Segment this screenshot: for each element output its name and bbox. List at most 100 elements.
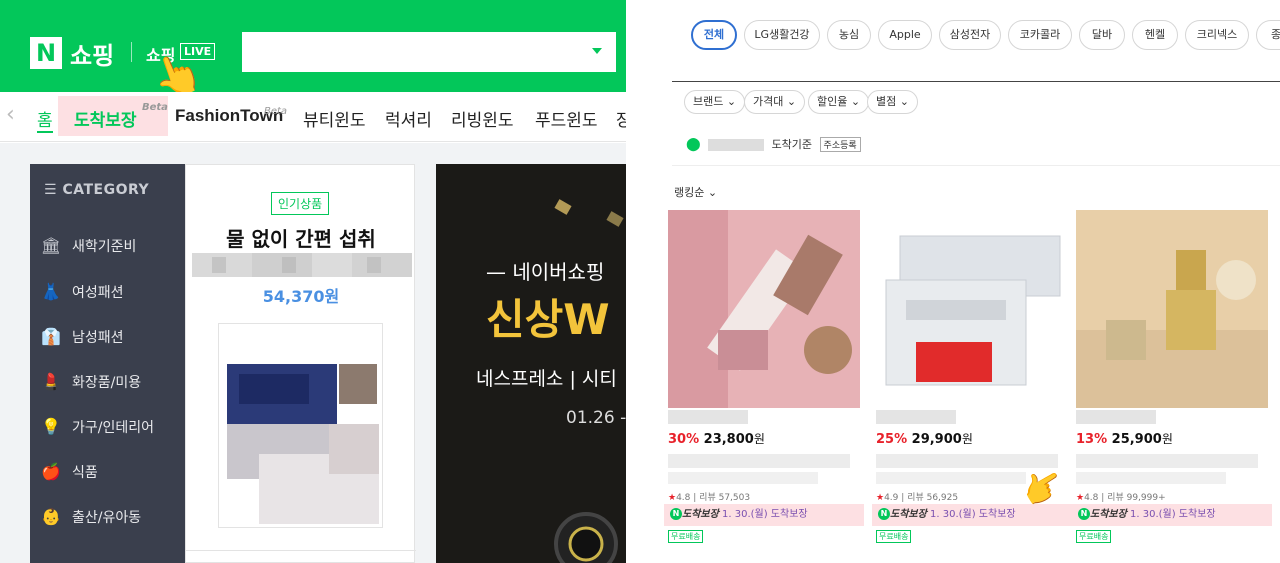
product-title[interactable]: 물 없이 간편 섭취 (186, 223, 416, 252)
filter-brand[interactable]: 브랜드 ⌄ (684, 90, 746, 114)
rating: 4.8 (1084, 493, 1099, 503)
free-shipping-badge: 무료배송 (876, 530, 912, 543)
category-item[interactable]: 👔 남성패션 (40, 327, 124, 347)
arrival-guarantee-bar: N 도착보장 1. 30.(월) 도착보장 (664, 504, 864, 526)
beta-label: Beta (264, 106, 288, 117)
nav-item-living-window[interactable]: 리빙윈도 (451, 106, 514, 131)
banner-line3: 네스프레소 | 시티 (476, 368, 617, 390)
category-item[interactable]: 💄 화장품/미용 (40, 372, 141, 392)
category-sidebar: ☰ CATEGORY 🏛 새학기준비 👗 여성패션 👔 남성패션 💄 화장품/미용 💡 가… (30, 164, 185, 563)
product-price: 25% 29,900원 (876, 430, 973, 447)
promo-banner[interactable]: — 네이버쇼핑 신상W 네스프레소 | 시티 01.26 - (436, 164, 626, 563)
category-label: 가구/인테리어 (72, 420, 154, 436)
section-divider (672, 165, 1280, 166)
arrival-date: 1. 30.(월) 도착보장 (930, 509, 1016, 520)
nav-item-arrival-guarantee[interactable]: 도착보장 Beta (58, 96, 168, 136)
cosmetic-icon: 💄 (41, 372, 61, 391)
chip-brand[interactable]: 삼성전자 (939, 20, 1001, 50)
arrival-label: 도착보장 (682, 509, 719, 520)
category-item[interactable]: 🏛 새학기준비 (40, 236, 137, 256)
banner-headline-b: W (563, 295, 610, 344)
blurred-product-name (876, 410, 956, 424)
chip-brand[interactable]: 코카콜라 (1008, 20, 1072, 50)
product-image[interactable] (1076, 210, 1268, 408)
category-nav: ‹ 홈 도착보장 Beta FashionTown Beta 뷰티윈도 럭셔리 리… (0, 92, 626, 142)
sort-dropdown[interactable]: 랭킹순 ⌄ (674, 184, 717, 200)
blurred-product-name (668, 410, 748, 424)
currency: 원 (1161, 432, 1173, 446)
free-shipping-badge: 무료배송 (668, 530, 704, 543)
category-label: 화장품/미용 (72, 375, 142, 391)
blurred-address (708, 139, 765, 151)
chip-brand[interactable]: 크리넥스 (1185, 20, 1249, 50)
product-price: 13% 25,900원 (1076, 430, 1173, 447)
product-price: 30% 23,800원 (668, 430, 765, 447)
naver-logo[interactable]: N (30, 37, 62, 69)
chevron-down-icon: ⌄ (726, 95, 737, 108)
arrival-guarantee-page: 전체 LG생활건강 농심 Apple 삼성전자 코카콜라 달바 헨켈 크리넥스 … (664, 0, 1280, 563)
chip-all[interactable]: 전체 (691, 20, 737, 50)
category-heading-text: CATEGORY (62, 182, 150, 198)
chip-brand[interactable]: Apple (878, 20, 932, 50)
arrival-date: 1. 30.(월) 도착보장 (1130, 509, 1216, 520)
camera-image (554, 512, 618, 563)
filter-discount[interactable]: 할인율 ⌄ (808, 90, 870, 114)
search-input[interactable] (242, 32, 616, 72)
nav-item-beauty-window[interactable]: 뷰티윈도 (303, 106, 366, 131)
nav-item-luxury[interactable]: 럭셔리 (385, 106, 432, 131)
lamp-icon: 💡 (41, 417, 61, 436)
nav-item-home[interactable]: 홈 (37, 106, 53, 133)
header-bar: N 쇼핑 쇼핑 LIVE 👆 (0, 0, 626, 106)
blurred-description (876, 454, 1058, 468)
discount-value: 13 (1076, 432, 1095, 447)
apple-icon: 🍎 (41, 462, 61, 481)
category-item[interactable]: 💡 가구/인테리어 (40, 417, 154, 437)
chevron-down-icon[interactable] (592, 48, 602, 54)
chevron-down-icon: ⌄ (850, 95, 861, 108)
chip-brand[interactable]: LG생활건강 (744, 20, 820, 50)
rating: 4.8 (676, 493, 691, 503)
price-value: 25,900 (1111, 432, 1162, 447)
rating-reviews: ★4.8 | 리뷰 57,503 (668, 493, 751, 503)
filter-price[interactable]: 가격대 ⌄ (744, 90, 806, 114)
featured-product-card[interactable]: 인기상품 물 없이 간편 섭취 54,370원 (185, 164, 416, 563)
filter-label: 할인율 (817, 95, 848, 108)
product-image[interactable] (876, 210, 1068, 408)
naver-n-icon: N (878, 508, 890, 520)
register-address-button[interactable]: 주소등록 (819, 137, 861, 152)
filter-rating[interactable]: 별점 ⌄ (867, 90, 918, 114)
category-item[interactable]: 👗 여성패션 (40, 282, 124, 302)
category-item[interactable]: 🍎 식품 (40, 462, 98, 482)
chevron-down-icon: ⌄ (707, 186, 718, 199)
product-card[interactable]: 13% 25,900원 ★4.8 | 리뷰 99,999+ N 도착보장 1. 3… (1072, 210, 1272, 550)
shopping-title[interactable]: 쇼핑 (70, 36, 114, 71)
naver-n-icon: N (1078, 508, 1090, 520)
product-image[interactable] (668, 210, 860, 408)
chevron-left-icon[interactable]: ‹ (6, 102, 15, 127)
shirt-icon: 👔 (41, 327, 61, 346)
product-card[interactable]: 30% 23,800원 ★4.8 | 리뷰 57,503 N 도착보장 1. 30… (664, 210, 864, 550)
baby-icon: 👶 (41, 507, 61, 526)
chip-brand[interactable]: 헨켈 (1132, 20, 1178, 50)
nav-item-more[interactable]: 장 (616, 106, 626, 131)
nav-item-food-window[interactable]: 푸드윈도 (535, 106, 598, 131)
blurred-product-name (192, 253, 412, 277)
filter-label: 브랜드 (693, 95, 724, 108)
category-label: 남성패션 (72, 330, 124, 346)
rating: 4.9 (884, 493, 899, 503)
blurred-description (876, 472, 1026, 484)
popular-badge: 인기상품 (271, 192, 330, 215)
category-item[interactable]: 👶 출산/유아동 (40, 507, 141, 527)
product-thumbnail[interactable] (218, 323, 383, 528)
chevron-down-icon: ⌄ (899, 95, 909, 108)
chip-brand[interactable]: 달바 (1079, 20, 1125, 50)
chip-brand[interactable]: 농심 (827, 20, 871, 50)
chip-brand[interactable]: 종 (1256, 20, 1280, 50)
sort-label: 랭킹순 (674, 186, 705, 199)
arrival-date: 1. 30.(월) 도착보장 (722, 509, 808, 520)
filter-label: 가격대 (753, 95, 784, 108)
star-icon: ★ (1076, 493, 1085, 503)
arrival-label: 도착보장 (1090, 509, 1127, 520)
rating-reviews: ★4.8 | 리뷰 99,999+ (1076, 493, 1166, 503)
discount-rate: 25% (876, 432, 908, 447)
